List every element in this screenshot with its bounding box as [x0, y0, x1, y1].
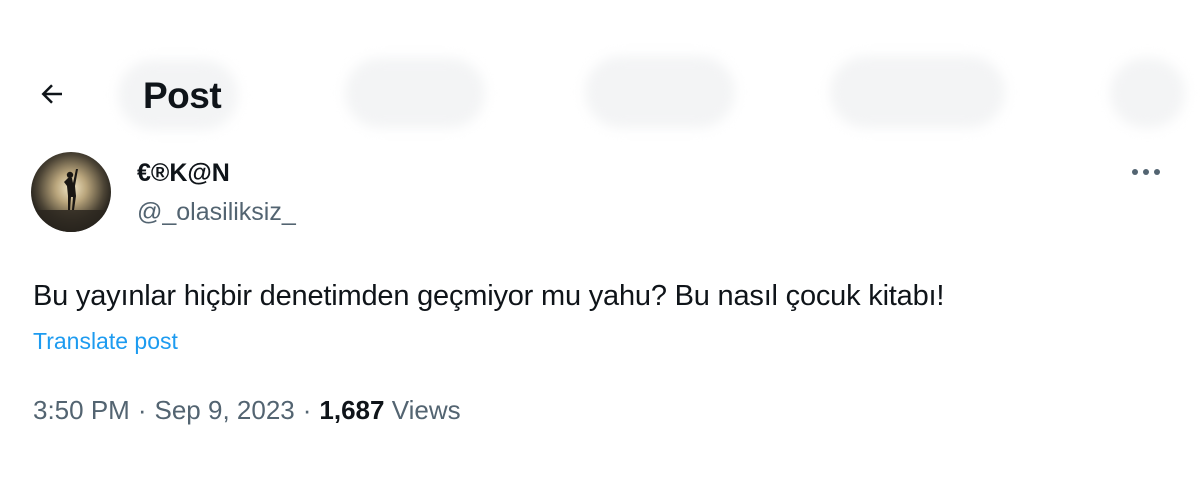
separator: · — [137, 395, 147, 425]
blurred-region — [585, 56, 735, 128]
blurred-region — [1110, 58, 1185, 128]
back-button[interactable] — [28, 74, 76, 118]
header-bar: Post — [0, 0, 1200, 140]
views-label: Views — [391, 395, 461, 425]
post-text: Bu yayınlar hiçbir denetimden geçmiyor m… — [33, 280, 945, 312]
translate-post-link[interactable]: Translate post — [33, 326, 178, 356]
more-options-button[interactable] — [1124, 158, 1168, 188]
avatar[interactable] — [31, 152, 111, 232]
blurred-region — [830, 56, 1005, 128]
more-horizontal-icon — [1130, 164, 1162, 182]
post-metadata: 3:50 PM · Sep 9, 2023 · 1,687 Views — [33, 393, 461, 427]
author-display-name[interactable]: €®K@N — [137, 158, 230, 188]
arrow-left-icon — [37, 79, 67, 114]
post-date[interactable]: Sep 9, 2023 — [155, 395, 295, 425]
views-count: 1,687 — [319, 395, 385, 425]
separator: · — [302, 395, 312, 425]
blurred-region — [345, 58, 485, 128]
author-handle[interactable]: @_olasiliksiz_ — [137, 197, 296, 227]
post-time[interactable]: 3:50 PM — [33, 395, 130, 425]
page-title: Post — [143, 75, 222, 116]
post-page: Post €®K@N @_olasiliksiz_ Bu yayınlar hi… — [0, 0, 1200, 500]
